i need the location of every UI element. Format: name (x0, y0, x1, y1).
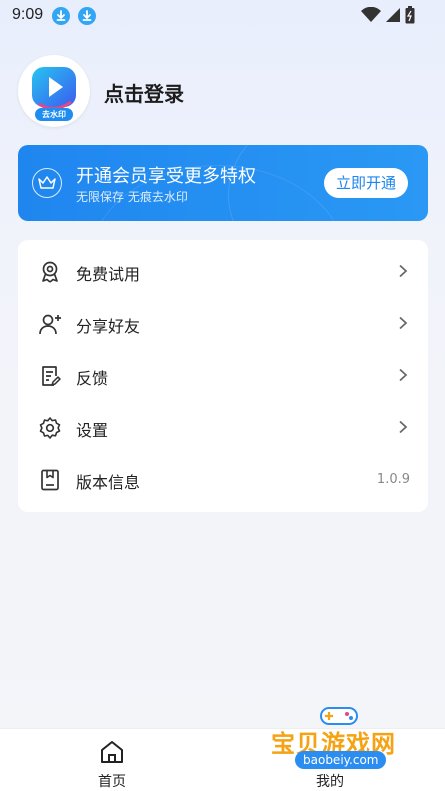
chevron-right-icon (399, 368, 408, 382)
version-number: 1.0.9 (376, 472, 410, 487)
menu-item-share-friends[interactable]: 分享好友 (18, 298, 428, 350)
app-logo-icon (32, 67, 76, 110)
avatar[interactable]: 去水印 (18, 55, 90, 127)
download-icon (78, 7, 96, 25)
status-time: 9:09 (12, 6, 44, 23)
download-icon (52, 7, 70, 25)
watermark-url: baobeiy.com (295, 751, 387, 769)
vip-subtitle: 无限保存 无痕去水印 (76, 190, 188, 204)
gear-icon (39, 417, 61, 439)
vip-banner[interactable]: 开通会员享受更多特权 无限保存 无痕去水印 立即开通 (18, 145, 428, 221)
login-link[interactable]: 点击登录 (104, 78, 184, 107)
tab-home-label: 首页 (98, 774, 126, 790)
open-vip-button[interactable]: 立即开通 (324, 168, 408, 198)
battery-icon (405, 6, 415, 28)
menu-item-label: 分享好友 (76, 317, 141, 336)
menu-card: 免费试用 分享好友 反馈 设置 版本信息 1.0.9 (18, 240, 428, 512)
menu-item-feedback[interactable]: 反馈 (18, 350, 428, 402)
chevron-right-icon (399, 264, 408, 278)
menu-item-label: 版本信息 (76, 473, 141, 492)
wifi-icon (361, 6, 381, 27)
menu-item-label: 反馈 (76, 369, 109, 388)
menu-item-label: 免费试用 (76, 265, 141, 284)
vip-title: 开通会员享受更多特权 (76, 166, 256, 187)
signal-icon (385, 7, 401, 27)
avatar-tag: 去水印 (35, 108, 73, 121)
chevron-right-icon (399, 420, 408, 434)
menu-item-settings[interactable]: 设置 (18, 402, 428, 454)
menu-item-label: 设置 (76, 421, 109, 440)
chevron-right-icon (399, 316, 408, 330)
home-icon (101, 741, 123, 763)
menu-item-free-trial[interactable]: 免费试用 (18, 246, 428, 298)
watermark-logo: 宝贝游戏网 baobeiy.com (265, 700, 435, 785)
crown-icon (32, 168, 62, 198)
status-bar: 9:09 (0, 0, 445, 32)
badge-icon (42, 261, 58, 283)
book-icon (41, 469, 59, 491)
menu-item-version[interactable]: 版本信息 1.0.9 (18, 454, 428, 506)
feedback-icon (42, 366, 61, 386)
tab-home[interactable]: 首页 (82, 737, 142, 790)
add-user-icon (39, 314, 61, 335)
